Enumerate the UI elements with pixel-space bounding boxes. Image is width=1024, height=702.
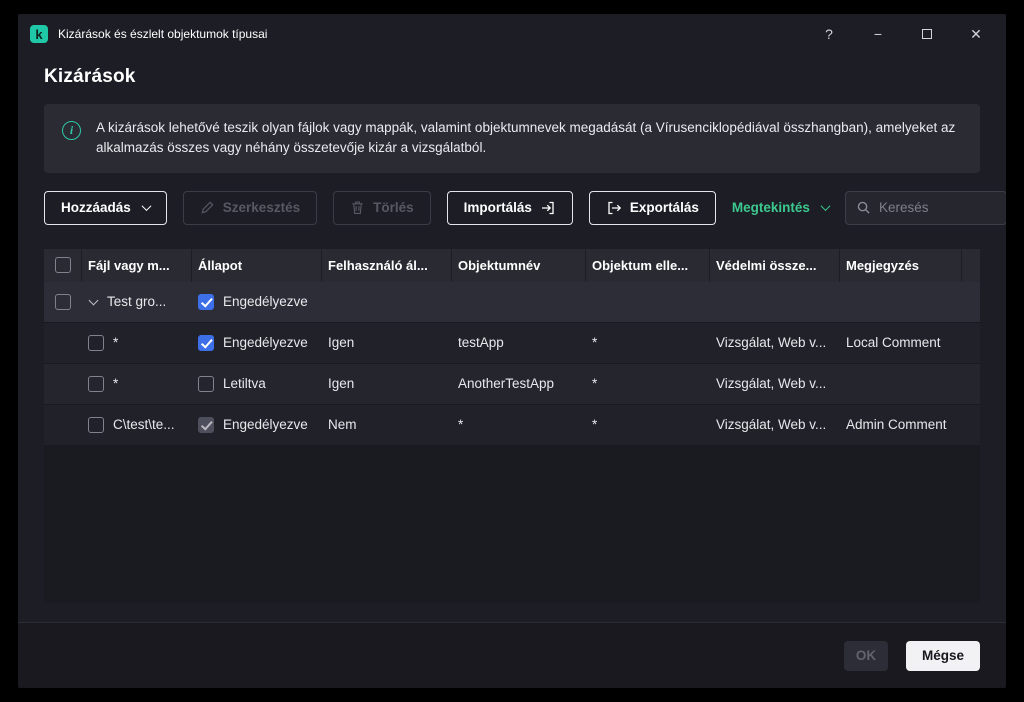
cell-object: * [452, 405, 586, 445]
table-empty-area [44, 446, 980, 603]
group-status-label: Engedélyezve [223, 294, 308, 309]
view-dropdown-label: Megtekintés [732, 200, 810, 215]
status-checkbox[interactable] [198, 417, 214, 433]
close-button[interactable]: ✕ [968, 26, 984, 42]
cell-components: Vizsgálat, Web v... [710, 405, 840, 445]
cell-object: AnotherTestApp [452, 364, 586, 404]
trash-icon [350, 200, 365, 215]
chevron-down-icon [821, 201, 831, 211]
titlebar: k Kizárások és észlelt objektumok típusa… [18, 14, 1006, 54]
cell-user: Igen [322, 323, 452, 363]
table-row[interactable]: * Letiltva Igen AnotherTestApp * Vizsgál… [44, 364, 980, 405]
search-box [845, 191, 1006, 225]
header-cell-user[interactable]: Felhasználó ál... [322, 249, 452, 282]
exclusions-table: Fájl vagy m... Állapot Felhasználó ál...… [44, 249, 980, 603]
add-button-label: Hozzáadás [61, 200, 131, 215]
cell-comment: Admin Comment [840, 405, 962, 445]
toolbar: Hozzáadás Szerkesztés Törlés Importálás [44, 191, 980, 225]
header-cell-checksum[interactable]: Objektum elle... [586, 249, 710, 282]
chevron-down-icon [141, 201, 151, 211]
row-checkbox[interactable] [88, 376, 104, 392]
search-input[interactable] [879, 200, 996, 215]
status-checkbox[interactable] [198, 335, 214, 351]
import-button-label: Importálás [464, 200, 532, 215]
export-icon [606, 200, 622, 216]
maximize-icon [922, 29, 932, 39]
select-all-checkbox[interactable] [55, 257, 71, 273]
cell-path: * [113, 335, 118, 350]
group-row[interactable]: Test gro... Engedélyezve [44, 282, 980, 323]
table-row[interactable]: C\test\te... Engedélyezve Nem * * Vizsgá… [44, 405, 980, 446]
import-icon [540, 200, 556, 216]
search-icon [856, 200, 871, 215]
cell-user: Nem [322, 405, 452, 445]
delete-button[interactable]: Törlés [333, 191, 431, 225]
edit-button-label: Szerkesztés [223, 200, 300, 215]
kaspersky-logo-icon: k [30, 25, 48, 43]
header-cell-comment[interactable]: Megjegyzés [840, 249, 962, 282]
window-title: Kizárások és észlelt objektumok típusai [58, 27, 267, 41]
info-banner-text: A kizárások lehetővé teszik olyan fájlok… [96, 118, 962, 159]
header-cell-components[interactable]: Védelmi össze... [710, 249, 840, 282]
cell-comment [840, 364, 962, 404]
cancel-button[interactable]: Mégse [906, 641, 980, 671]
cell-components: Vizsgálat, Web v... [710, 364, 840, 404]
export-button[interactable]: Exportálás [589, 191, 716, 225]
page-title: Kizárások [44, 66, 1006, 88]
table-row[interactable]: * Engedélyezve Igen testApp * Vizsgálat,… [44, 323, 980, 364]
row-checkbox[interactable] [88, 417, 104, 433]
group-status-checkbox[interactable] [198, 294, 214, 310]
cell-hash: * [586, 323, 710, 363]
header-scroll-gutter [962, 249, 980, 282]
cell-components: Vizsgálat, Web v... [710, 323, 840, 363]
cell-path: * [113, 376, 118, 391]
import-button[interactable]: Importálás [447, 191, 573, 225]
window-controls: ? − ✕ [821, 26, 984, 42]
table-header-row: Fájl vagy m... Állapot Felhasználó ál...… [44, 249, 980, 282]
row-checkbox[interactable] [88, 335, 104, 351]
help-button[interactable]: ? [821, 26, 837, 42]
cell-object: testApp [452, 323, 586, 363]
cell-comment: Local Comment [840, 323, 962, 363]
group-row-checkbox[interactable] [55, 294, 71, 310]
info-icon: i [62, 121, 81, 140]
cell-path: C\test\te... [113, 417, 175, 432]
status-checkbox[interactable] [198, 376, 214, 392]
group-name: Test gro... [107, 294, 166, 309]
ok-button[interactable]: OK [844, 641, 888, 671]
expand-chevron-icon[interactable] [89, 295, 99, 305]
maximize-button[interactable] [919, 26, 935, 42]
cell-status: Engedélyezve [223, 417, 308, 432]
cell-hash: * [586, 405, 710, 445]
header-cell-status[interactable]: Állapot [192, 249, 322, 282]
add-button[interactable]: Hozzáadás [44, 191, 167, 225]
view-dropdown[interactable]: Megtekintés [732, 200, 829, 215]
header-cell-file[interactable]: Fájl vagy m... [82, 249, 192, 282]
cell-status: Engedélyezve [223, 335, 308, 350]
delete-button-label: Törlés [373, 200, 414, 215]
cell-user: Igen [322, 364, 452, 404]
exclusions-dialog: k Kizárások és észlelt objektumok típusa… [18, 14, 1006, 688]
minimize-button[interactable]: − [870, 26, 886, 42]
edit-button[interactable]: Szerkesztés [183, 191, 317, 225]
header-cell-object[interactable]: Objektumnév [452, 249, 586, 282]
cell-status: Letiltva [223, 376, 266, 391]
cell-hash: * [586, 364, 710, 404]
pencil-icon [200, 200, 215, 215]
dialog-footer: OK Mégse [18, 622, 1006, 688]
info-banner: i A kizárások lehetővé teszik olyan fájl… [44, 104, 980, 173]
export-button-label: Exportálás [630, 200, 699, 215]
